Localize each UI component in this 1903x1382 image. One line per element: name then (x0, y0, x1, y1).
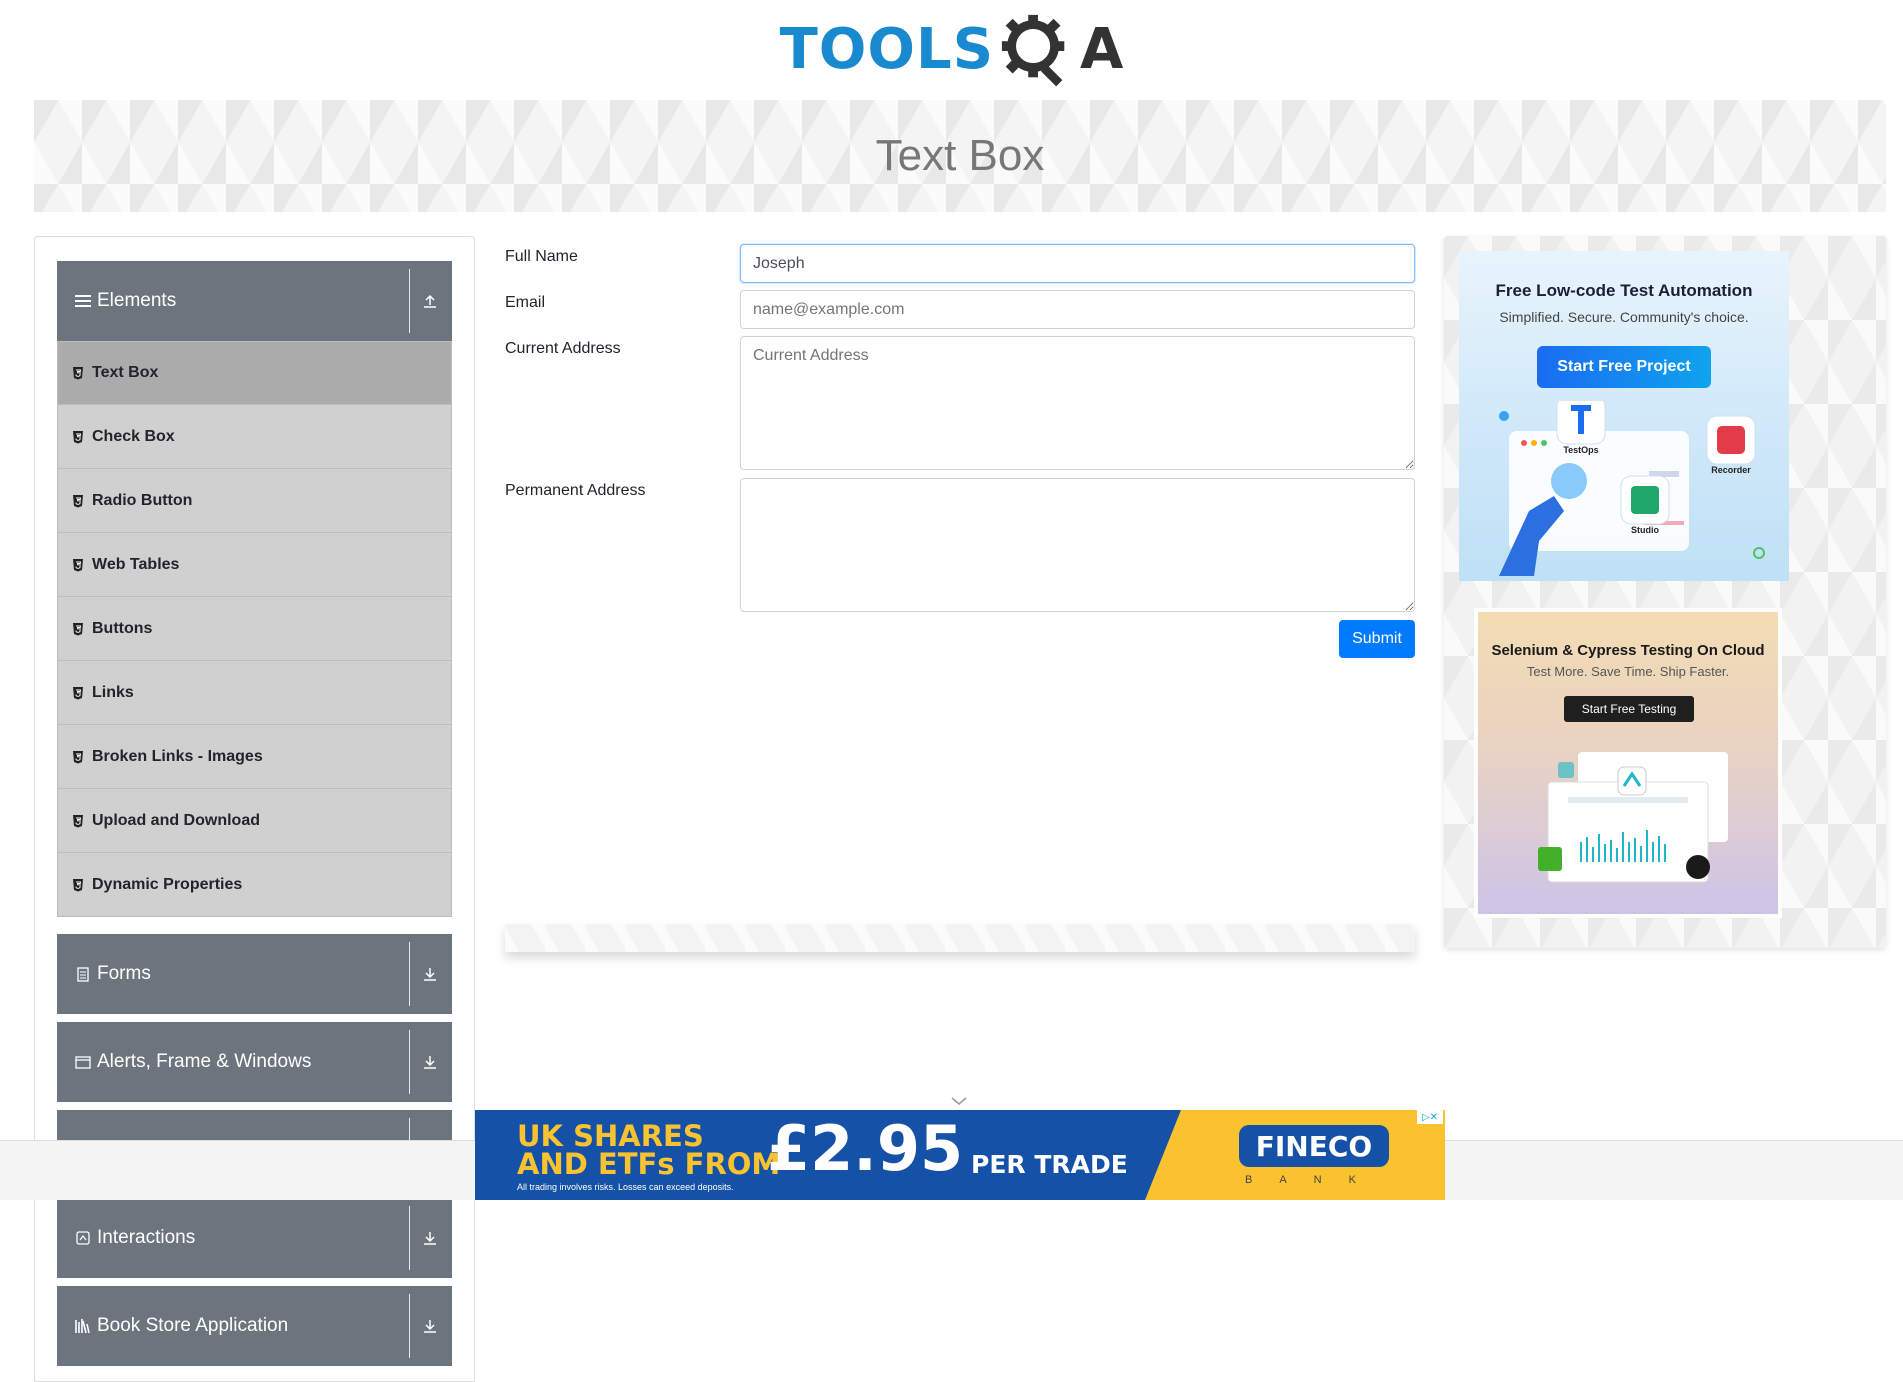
gear-magnifier-icon (1001, 14, 1065, 87)
expand-down-icon[interactable] (416, 1022, 444, 1102)
expand-down-icon[interactable] (416, 934, 444, 1014)
ad-price: £2.95 (767, 1112, 964, 1185)
ad-title: Free Low-code Test Automation (1495, 281, 1753, 300)
html-icon (72, 429, 86, 445)
document-icon (73, 964, 93, 984)
group-header-elements[interactable]: Elements (57, 261, 452, 341)
hamburger-icon (73, 291, 93, 311)
ad-app-label: Recorder (1711, 465, 1751, 475)
html-icon (72, 621, 86, 637)
lambdatest-ad[interactable]: Selenium & Cypress Testing On Cloud Test… (1474, 608, 1782, 918)
fineco-ad-banner[interactable]: UK SHARES AND ETFs FROM £2.95 PER TRADE … (475, 1110, 1445, 1200)
menu-item-dynamic-properties[interactable]: Dynamic Properties (57, 853, 452, 917)
window-icon (73, 1052, 93, 1072)
menu-item-label: Dynamic Properties (92, 875, 243, 893)
menu-item-label: Buttons (92, 619, 153, 637)
group-header-forms[interactable]: Forms (57, 934, 452, 1014)
elements-menu-list: Text Box Check Box Radio Button Web Tabl… (57, 341, 452, 917)
ad-illustration: TestOps Recorder Studio (1499, 401, 1765, 576)
logo-letter: A (1080, 17, 1124, 82)
current-address-textarea[interactable] (740, 336, 1415, 470)
menu-item-check-box[interactable]: Check Box (57, 405, 452, 469)
menu-item-links[interactable]: Links (57, 661, 452, 725)
group-label: Forms (97, 963, 151, 984)
ad-app-label: TestOps (1563, 445, 1598, 455)
html-icon (72, 813, 86, 829)
interaction-icon (73, 1228, 93, 1248)
menu-item-broken-links[interactable]: Broken Links - Images (57, 725, 452, 789)
page-title: Text Box (875, 131, 1045, 180)
html-icon (72, 493, 86, 509)
logo-text: TOOLS (779, 17, 995, 82)
group-divider (409, 942, 410, 1006)
fineco-bank-text: BANK (1245, 1174, 1383, 1186)
menu-item-label: Broken Links - Images (92, 747, 263, 765)
menu-item-text-box[interactable]: Text Box (57, 341, 452, 405)
menu-item-label: Radio Button (92, 491, 193, 509)
menu-item-web-tables[interactable]: Web Tables (57, 533, 452, 597)
ad-illustration (1538, 752, 1728, 883)
expand-down-icon[interactable] (416, 1198, 444, 1278)
html-icon (72, 749, 86, 765)
group-divider (409, 1294, 410, 1358)
ad-title: Selenium & Cypress Testing On Cloud (1491, 642, 1765, 659)
content-ad-strip (505, 924, 1415, 952)
html-icon (72, 877, 86, 893)
left-sidebar: Elements Text Box Check Box Radio Button… (34, 236, 475, 1382)
group-divider (409, 1030, 410, 1094)
full-name-label: Full Name (505, 248, 578, 265)
group-divider (409, 1206, 410, 1270)
katalon-ad[interactable]: Free Low-code Test Automation Simplified… (1459, 251, 1789, 581)
header: TOOLS A (0, 0, 1903, 100)
group-label: Alerts, Frame & Windows (97, 1051, 312, 1072)
ad-disclaimer: All trading involves risks. Losses can e… (517, 1182, 734, 1192)
menu-item-label: Text Box (92, 364, 159, 381)
toolsqa-logo[interactable]: TOOLS A (779, 10, 1124, 90)
page-banner: Text Box (34, 100, 1886, 212)
group-label: Interactions (97, 1227, 196, 1248)
menu-item-buttons[interactable]: Buttons (57, 597, 452, 661)
ad-headline-line2: AND ETFs FROM (517, 1147, 781, 1181)
ad-subtitle: Test More. Save Time. Ship Faster. (1526, 664, 1730, 679)
start-free-testing-button[interactable]: Start Free Testing (1564, 696, 1694, 722)
right-ads-panel: Free Low-code Test Automation Simplified… (1444, 236, 1886, 948)
html-icon (72, 365, 86, 381)
adchoices-icon[interactable]: ▷✕ (1417, 1110, 1443, 1124)
menu-item-label: Web Tables (92, 555, 180, 573)
current-address-label: Current Address (505, 340, 621, 357)
submit-button[interactable]: Submit (1339, 620, 1415, 658)
email-input[interactable] (740, 290, 1415, 329)
menu-item-upload-download[interactable]: Upload and Download (57, 789, 452, 853)
ad-subtitle: Simplified. Secure. Community's choice. (1499, 309, 1749, 325)
menu-item-label: Upload and Download (92, 811, 260, 829)
ad-app-label: Studio (1631, 525, 1659, 535)
group-divider (409, 269, 410, 333)
chevron-down-icon[interactable] (950, 1094, 968, 1108)
group-header-alerts[interactable]: Alerts, Frame & Windows (57, 1022, 452, 1102)
html-icon (72, 685, 86, 701)
collapse-up-icon[interactable] (416, 261, 444, 341)
html-icon (72, 557, 86, 573)
email-label: Email (505, 294, 546, 311)
menu-item-label: Check Box (92, 427, 175, 445)
group-label: Elements (97, 290, 177, 311)
ad-per-trade: PER TRADE (971, 1150, 1128, 1179)
books-icon (73, 1316, 93, 1336)
page: TOOLS A Text Box Elements Text Box Check… (0, 0, 1903, 1382)
menu-item-radio-button[interactable]: Radio Button (57, 469, 452, 533)
group-header-book-store[interactable]: Book Store Application (57, 1286, 452, 1366)
fineco-logo: FINECO (1239, 1125, 1389, 1167)
full-name-input[interactable] (740, 244, 1415, 283)
start-free-project-button[interactable]: Start Free Project (1537, 346, 1711, 388)
menu-item-label: Links (92, 683, 134, 701)
permanent-address-label: Permanent Address (505, 482, 646, 499)
group-header-interactions[interactable]: Interactions (57, 1198, 452, 1278)
group-label: Book Store Application (97, 1315, 289, 1336)
permanent-address-textarea[interactable] (740, 478, 1415, 612)
expand-down-icon[interactable] (416, 1286, 444, 1366)
